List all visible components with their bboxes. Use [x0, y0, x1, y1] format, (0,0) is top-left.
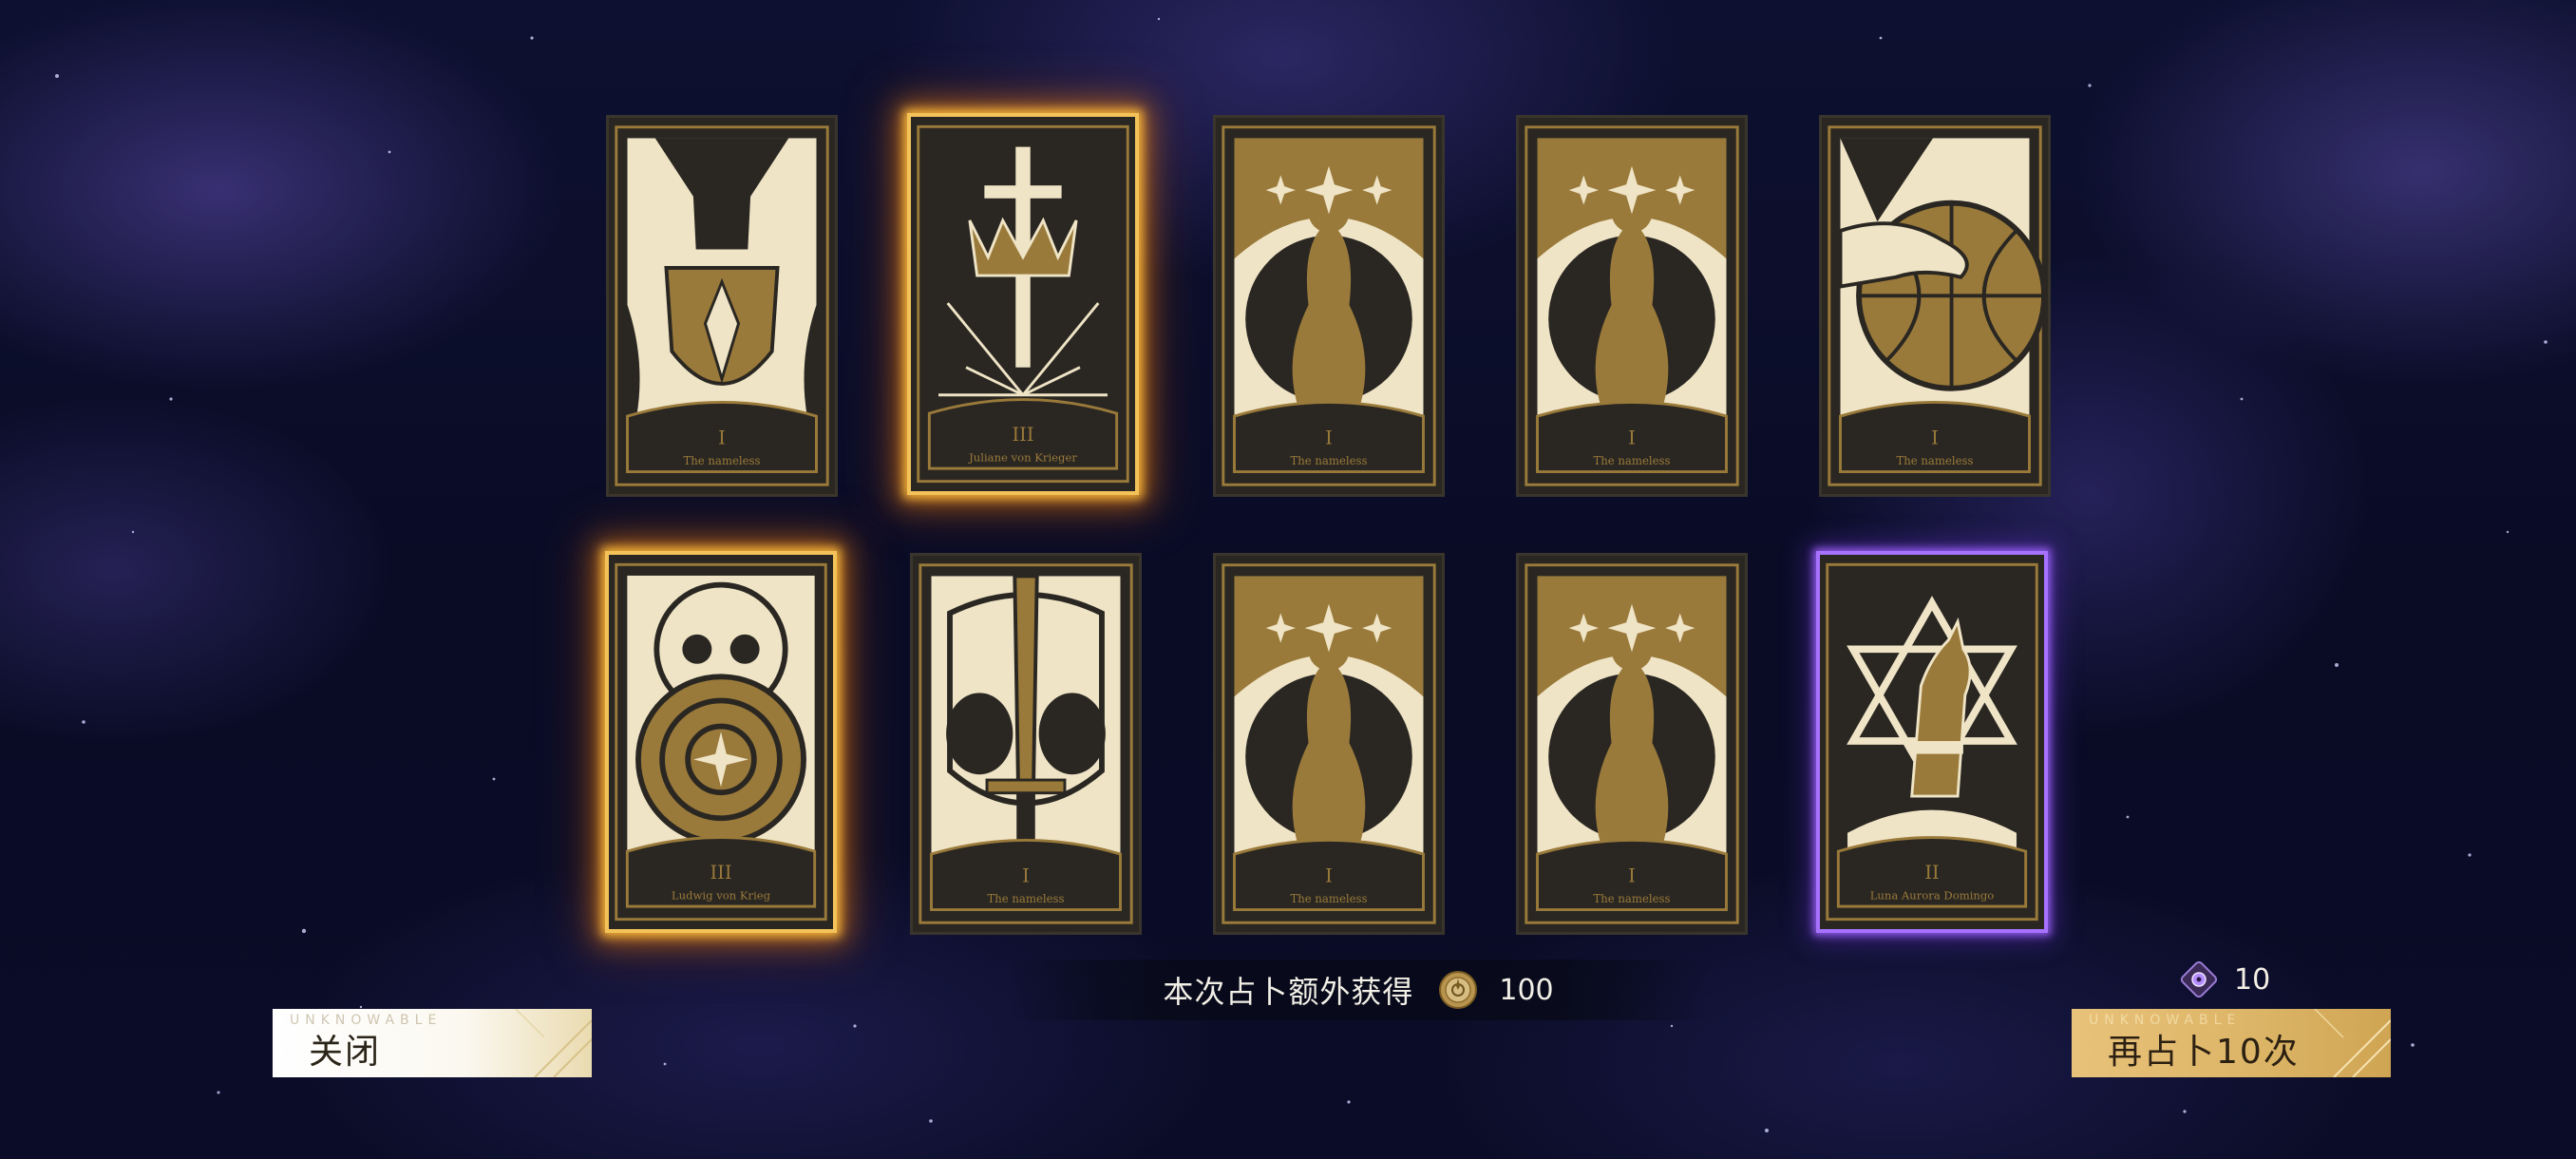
card-numeral: II — [1924, 862, 1939, 884]
close-button-label: 关闭 — [309, 1033, 382, 1072]
divination-ticket-icon — [2180, 960, 2218, 998]
card-name: The nameless — [1593, 892, 1670, 905]
tarot-card[interactable]: III Juliane von Krieger — [907, 113, 1139, 495]
card-numeral: III — [1013, 424, 1034, 446]
draw-again-button-label: 再占卜10次 — [2108, 1033, 2300, 1072]
tarot-card-art: I The nameless — [913, 557, 1139, 931]
corner-decoration-icon — [2314, 1009, 2391, 1077]
card-name: Ludwig von Krieg — [672, 888, 771, 902]
tarot-card[interactable]: III Ludwig von Krieg — [605, 551, 837, 933]
card-numeral: I — [1022, 864, 1030, 886]
card-numeral: I — [1325, 864, 1333, 886]
draw-again-button[interactable]: UNKNOWABLE 再占卜10次 — [2072, 1009, 2391, 1077]
tarot-card[interactable]: I The nameless — [1516, 115, 1748, 497]
tarot-card-art: I The nameless — [1216, 557, 1442, 931]
card-numeral: I — [1628, 427, 1636, 448]
card-name: The nameless — [1290, 892, 1367, 905]
card-numeral: I — [718, 427, 726, 448]
corner-decoration-icon — [515, 1009, 592, 1077]
bonus-reward-amount: 100 — [1499, 973, 1554, 1007]
tarot-card-art: III Juliane von Krieger — [911, 119, 1135, 489]
tarot-card-art: I The nameless — [1519, 557, 1745, 931]
card-numeral: III — [710, 862, 732, 884]
tarot-card[interactable]: I The nameless — [910, 553, 1142, 935]
tarot-card[interactable]: I The nameless — [1213, 115, 1445, 497]
tarot-card-art: III Ludwig von Krieg — [609, 557, 833, 927]
card-name: The nameless — [1896, 454, 1973, 467]
card-name: The nameless — [683, 454, 760, 467]
draw-cost: 10 — [2177, 958, 2270, 1001]
tarot-card-art: I The nameless — [1216, 119, 1442, 493]
draw-cost-amount: 10 — [2234, 962, 2271, 997]
card-name: The nameless — [987, 892, 1064, 905]
tarot-card-art: I The nameless — [1519, 119, 1745, 493]
tarot-result-screen: I The nameless III Juliane von Krieger I… — [0, 0, 2576, 1159]
coin-icon — [1439, 971, 1478, 1009]
tarot-card-art: I The nameless — [609, 119, 835, 493]
card-name: The nameless — [1593, 454, 1670, 467]
close-button[interactable]: UNKNOWABLE 关闭 — [273, 1009, 592, 1077]
card-name: Luna Aurora Domingo — [1870, 888, 1995, 902]
bonus-reward-label: 本次占卜额外获得 — [1163, 974, 1414, 1010]
tarot-card-art: I The nameless — [1822, 119, 2048, 493]
card-numeral: I — [1628, 864, 1636, 886]
tarot-card[interactable]: I The nameless — [1516, 553, 1748, 935]
tarot-card[interactable]: I The nameless — [606, 115, 838, 497]
bonus-reward-bar: 本次占卜额外获得 100 — [1007, 960, 1710, 1020]
card-numeral: I — [1931, 427, 1939, 448]
tarot-card[interactable]: I The nameless — [1213, 553, 1445, 935]
card-name: Juliane von Krieger — [968, 450, 1077, 464]
card-numeral: I — [1325, 427, 1333, 448]
card-name: The nameless — [1290, 454, 1367, 467]
tarot-card[interactable]: II Luna Aurora Domingo — [1816, 551, 2048, 933]
tarot-card[interactable]: I The nameless — [1819, 115, 2051, 497]
tarot-card-art: II Luna Aurora Domingo — [1820, 557, 2044, 927]
